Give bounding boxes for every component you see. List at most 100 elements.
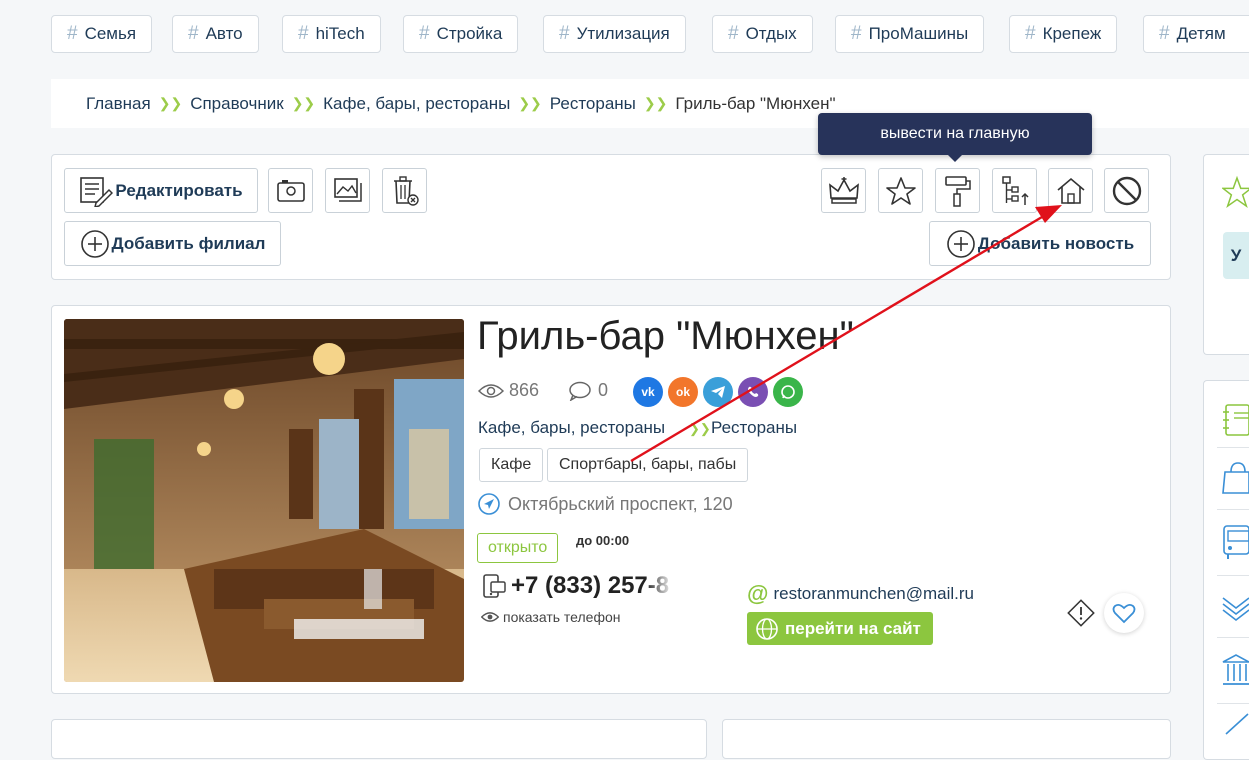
edit-label: Редактировать bbox=[115, 180, 243, 200]
tag-chip-cafe[interactable]: Кафе bbox=[479, 448, 544, 482]
phone-text: +7 (833) 257-8 bbox=[511, 572, 670, 599]
menu-divider bbox=[1217, 509, 1249, 510]
tag-label: hiTech bbox=[315, 24, 365, 43]
site-text: перейти на сайт bbox=[785, 618, 921, 638]
tag-chip-sportsbars[interactable]: Спортбары, бары, пабы bbox=[547, 448, 749, 482]
place-title: Гриль-бар "Мюнхен" bbox=[477, 314, 854, 358]
chip-label: Спортбары, бары, пабы bbox=[559, 456, 737, 473]
views-count: 866 bbox=[509, 380, 540, 400]
photo-album-button[interactable] bbox=[268, 168, 313, 213]
tag-krepezh[interactable]: # Крепеж bbox=[1009, 15, 1118, 53]
category-link-cafes[interactable]: Кафе, бары, рестораны bbox=[478, 418, 665, 438]
delete-button[interactable] bbox=[382, 168, 427, 213]
add-branch-button[interactable]: Добавить филиал bbox=[64, 221, 281, 266]
gallery-button[interactable] bbox=[325, 168, 370, 213]
breadcrumb-restaurants[interactable]: Рестораны bbox=[550, 94, 636, 114]
comments-counter[interactable]: 0 bbox=[568, 380, 608, 401]
vk-share-icon[interactable]: vk bbox=[633, 377, 663, 407]
tag-label: Крепеж bbox=[1042, 24, 1102, 43]
views-counter: 866 bbox=[478, 380, 539, 401]
shopping-bag-icon[interactable] bbox=[1222, 460, 1249, 499]
gallery-icon bbox=[333, 177, 362, 202]
hash-icon: # bbox=[67, 23, 78, 44]
breadcrumb-home[interactable]: Главная bbox=[86, 94, 151, 114]
tag-utilizaciya[interactable]: # Утилизация bbox=[543, 15, 686, 53]
structure-button[interactable] bbox=[992, 168, 1037, 213]
star-icon bbox=[885, 176, 916, 205]
crown-button[interactable] bbox=[821, 168, 866, 213]
menu-divider bbox=[1217, 637, 1249, 638]
tag-avto[interactable]: # Авто bbox=[172, 15, 259, 53]
hash-icon: # bbox=[1159, 23, 1170, 44]
tag-label: ПроМашины bbox=[868, 24, 969, 43]
add-news-button[interactable]: Добавить новость bbox=[929, 221, 1151, 266]
telegram-share-icon[interactable] bbox=[703, 377, 733, 407]
comment-icon bbox=[569, 381, 591, 401]
viber-share-icon[interactable] bbox=[738, 377, 768, 407]
at-icon: @ bbox=[747, 581, 769, 606]
tag-label: Отдых bbox=[745, 24, 797, 43]
pen-icon[interactable] bbox=[1222, 712, 1249, 740]
tag-label: Авто bbox=[205, 24, 243, 43]
whatsapp-share-icon[interactable] bbox=[773, 377, 803, 407]
report-button[interactable] bbox=[1067, 599, 1095, 632]
set-main-page-button[interactable] bbox=[1048, 168, 1093, 213]
phone-number: +7 (833) 257-8 bbox=[481, 572, 669, 600]
email-text: restoranmunchen@mail.ru bbox=[773, 584, 975, 603]
category-separator-icon: ❯❯ bbox=[689, 421, 711, 436]
home-icon bbox=[1056, 177, 1085, 204]
favorite-star-button[interactable] bbox=[878, 168, 923, 213]
phone-icon bbox=[483, 574, 506, 598]
bank-icon[interactable] bbox=[1222, 652, 1249, 693]
tag-stroyka[interactable]: # Стройка bbox=[403, 15, 519, 53]
menu-divider bbox=[1217, 447, 1249, 448]
address[interactable]: Октябрьский проспект, 120 bbox=[477, 492, 733, 516]
visit-website-button[interactable]: перейти на сайт bbox=[747, 612, 933, 645]
place-photo[interactable] bbox=[64, 319, 464, 682]
eye-icon bbox=[478, 383, 504, 398]
show-phone-link[interactable]: показать телефон bbox=[481, 609, 621, 625]
add-branch-label: Добавить филиал bbox=[111, 233, 266, 253]
star-icon bbox=[1220, 175, 1249, 216]
tag-semya[interactable]: # Семья bbox=[51, 15, 153, 53]
bus-icon[interactable] bbox=[1222, 524, 1249, 565]
tag-detyam[interactable]: # Детям bbox=[1143, 15, 1249, 53]
paint-roller-icon bbox=[944, 175, 971, 207]
layers-icon[interactable] bbox=[1222, 588, 1249, 627]
favorite-heart-button[interactable] bbox=[1104, 593, 1144, 633]
tag-otdyh[interactable]: # Отдых bbox=[712, 15, 813, 53]
plus-circle-icon bbox=[80, 229, 109, 258]
block-button[interactable] bbox=[1104, 168, 1149, 213]
crown-icon bbox=[828, 176, 859, 204]
photo-album-icon bbox=[276, 179, 305, 202]
hash-icon: # bbox=[728, 23, 739, 44]
menu-divider bbox=[1217, 575, 1249, 576]
edit-button[interactable]: Редактировать bbox=[64, 168, 258, 213]
breadcrumb-separator-icon: ❯❯ bbox=[518, 95, 542, 111]
email-link[interactable]: @ restoranmunchen@mail.ru bbox=[747, 581, 974, 607]
bottom-panel-left bbox=[51, 719, 707, 759]
tag-label: Утилизация bbox=[576, 24, 670, 43]
category-link-restaurants[interactable]: Рестораны bbox=[711, 418, 797, 438]
notebook-icon[interactable] bbox=[1222, 403, 1249, 442]
hash-icon: # bbox=[1025, 23, 1036, 44]
tag-promashiny[interactable]: # ПроМашины bbox=[835, 15, 985, 53]
heart-icon bbox=[1112, 603, 1136, 624]
right-panel-text: У bbox=[1230, 245, 1242, 265]
hierarchy-icon bbox=[1001, 175, 1029, 205]
globe-icon bbox=[756, 617, 778, 640]
hash-icon: # bbox=[298, 23, 309, 44]
ok-share-icon[interactable]: ok bbox=[668, 377, 698, 407]
breadcrumb-cafes[interactable]: Кафе, бары, рестораны bbox=[323, 94, 510, 114]
hash-icon: # bbox=[559, 23, 570, 44]
paint-roller-button[interactable] bbox=[935, 168, 980, 213]
trash-icon bbox=[393, 175, 419, 206]
comments-count: 0 bbox=[598, 380, 609, 400]
location-icon bbox=[478, 493, 500, 515]
breadcrumb-current: Гриль-бар "Мюнхен" bbox=[675, 93, 836, 113]
right-panel-button[interactable]: У bbox=[1223, 232, 1249, 279]
breadcrumb-directory[interactable]: Справочник bbox=[190, 94, 284, 114]
tag-hitech[interactable]: # hiTech bbox=[282, 15, 381, 53]
tag-label: Семья bbox=[84, 24, 137, 43]
menu-divider bbox=[1217, 703, 1249, 704]
